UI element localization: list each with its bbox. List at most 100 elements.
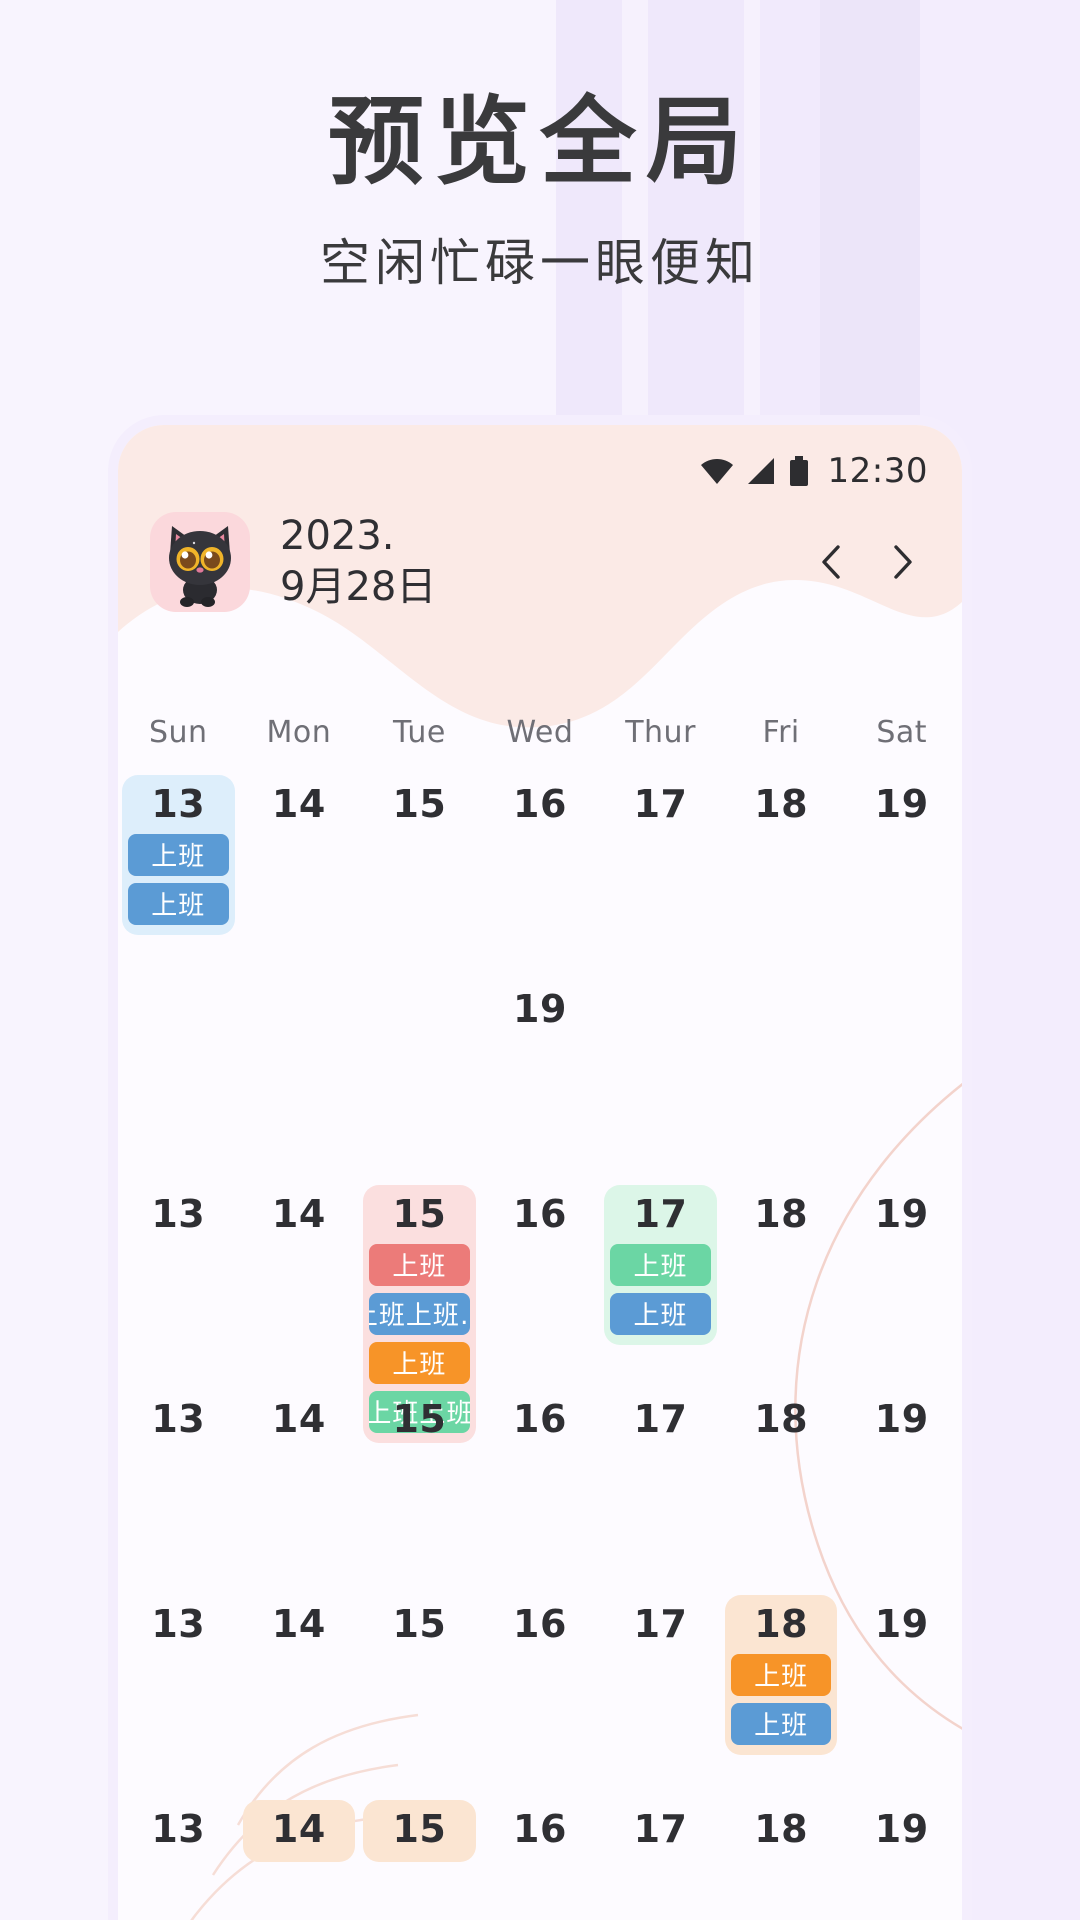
event-chip[interactable]: 上班 xyxy=(730,1653,832,1696)
calendar-cell[interactable]: 13 xyxy=(118,1800,239,1920)
calendar-cell[interactable] xyxy=(721,980,842,1185)
calendar-cell[interactable]: 13 xyxy=(118,1185,239,1390)
calendar-cell[interactable]: 13 xyxy=(118,1595,239,1800)
event-chip[interactable]: 上班上班… xyxy=(369,1292,470,1335)
calendar-cell[interactable]: 17 xyxy=(600,1595,721,1800)
calendar-cell[interactable]: 18 xyxy=(721,775,842,980)
calendar-cell[interactable]: 15 xyxy=(359,1800,480,1920)
calendar-cell[interactable]: 19 xyxy=(480,980,601,1185)
day-number: 15 xyxy=(392,782,447,826)
day-cell: 13 xyxy=(122,1800,235,1862)
calendar-cell[interactable] xyxy=(841,980,962,1185)
calendar-cell[interactable]: 14 xyxy=(239,775,360,980)
event-chip[interactable]: 上班 xyxy=(730,1702,832,1745)
day-number: 19 xyxy=(874,1602,929,1646)
calendar-cell[interactable]: 15上班上班上班…上班上班上班 xyxy=(359,1185,480,1443)
calendar-cell[interactable]: 17 xyxy=(600,1800,721,1920)
calendar-cell[interactable]: 19 xyxy=(841,775,962,980)
calendar-cell[interactable]: 16 xyxy=(480,1595,601,1800)
day-number: 17 xyxy=(633,1192,688,1236)
day-cell-highlighted: 14 xyxy=(242,1800,356,1862)
day-cell: 17 xyxy=(604,1800,717,1862)
calendar-cell[interactable]: 16 xyxy=(480,1800,601,1920)
calendar-cell[interactable] xyxy=(359,980,480,1185)
weekday-label-fri: Fri xyxy=(762,715,800,750)
day-number: 19 xyxy=(874,1397,929,1441)
calendar-cell[interactable]: 16 xyxy=(480,775,601,980)
calendar-cell[interactable]: 19 xyxy=(841,1595,962,1800)
calendar-cell[interactable]: 17 xyxy=(600,775,721,980)
calendar-cell[interactable]: 17 xyxy=(600,1390,721,1595)
day-cell xyxy=(122,980,235,1038)
weekday-label-mon: Mon xyxy=(266,715,332,750)
calendar-cell[interactable]: 18 上班 上班 xyxy=(721,1595,842,1800)
day-number: 18 xyxy=(754,1807,809,1851)
day-cell: 18 xyxy=(725,1390,838,1452)
day-number: 17 xyxy=(633,1602,688,1646)
day-number: 15 xyxy=(392,1602,447,1646)
calendar-cell[interactable]: 18 xyxy=(721,1800,842,1920)
calendar-cell[interactable]: 14 xyxy=(239,1185,360,1390)
event-chip[interactable]: 上班 xyxy=(369,1243,470,1286)
day-cell: 16 xyxy=(484,1185,597,1247)
calendar-cell[interactable]: 17 上班 上班 xyxy=(600,1185,721,1390)
calendar-cell[interactable]: 15 xyxy=(359,1390,480,1595)
calendar-cell[interactable] xyxy=(239,980,360,1185)
battery-icon xyxy=(789,456,808,486)
current-date: 2023. 9月28日 xyxy=(280,511,436,613)
calendar-cell[interactable]: 19 xyxy=(841,1185,962,1390)
date-day: 9月28日 xyxy=(280,564,437,611)
day-number: 13 xyxy=(151,1602,206,1646)
day-cell: 15 xyxy=(363,1390,476,1452)
event-chip[interactable]: 上班 xyxy=(610,1243,711,1286)
next-month-button[interactable] xyxy=(880,539,926,585)
day-number: 13 xyxy=(151,1807,206,1851)
day-cell: 19 xyxy=(845,1390,958,1452)
weekday-header: Sun Mon Tue Wed Thur Fri Sat xyxy=(118,715,962,750)
day-cell: 16 xyxy=(484,1800,597,1862)
calendar-cell[interactable] xyxy=(118,980,239,1185)
calendar-cell[interactable]: 16 xyxy=(480,1390,601,1595)
day-cell: 14 xyxy=(243,1595,356,1657)
avatar[interactable] xyxy=(150,512,250,613)
day-number: 16 xyxy=(513,1192,567,1236)
calendar-cell[interactable]: 13 上班 上班 xyxy=(118,775,239,980)
event-chip[interactable]: 上班 xyxy=(610,1292,711,1335)
day-cell: 14 xyxy=(243,1185,356,1247)
weekday-label-thur: Thur xyxy=(625,715,696,750)
page-subtitle: 空闲忙碌一眼便知 xyxy=(320,233,760,292)
calendar-cell[interactable]: 16 xyxy=(480,1185,601,1390)
day-cell: 16 xyxy=(484,775,597,837)
day-number: 15 xyxy=(392,1192,447,1236)
day-cell: 15 xyxy=(363,1595,476,1657)
day-cell xyxy=(363,980,476,1038)
weekday-label-sat: Sat xyxy=(876,715,928,750)
day-cell-highlighted: 13 上班 上班 xyxy=(122,775,235,935)
calendar-cell[interactable]: 15 xyxy=(359,1595,480,1800)
day-number: 18 xyxy=(754,1397,809,1441)
day-number: 16 xyxy=(513,1397,567,1441)
day-cell: 18 xyxy=(725,1185,838,1247)
hero-section: 预览全局 空闲忙碌一眼便知 xyxy=(0,0,1080,295)
day-cell: 14 xyxy=(243,1390,356,1452)
calendar-cell[interactable]: 18 xyxy=(721,1185,842,1390)
day-cell xyxy=(845,980,958,1038)
calendar-cell[interactable]: 14 xyxy=(239,1595,360,1800)
calendar-cell[interactable]: 18 xyxy=(721,1390,842,1595)
event-chip[interactable]: 上班 xyxy=(369,1341,470,1384)
calendar-cell[interactable]: 15 xyxy=(359,775,480,980)
calendar-cell[interactable]: 19 xyxy=(841,1390,962,1595)
day-number: 14 xyxy=(271,1192,326,1236)
calendar-cell[interactable] xyxy=(600,980,721,1185)
phone-mockup: 12:30 2023. 9月28日 Sun Mon Tue Wed Thur F… xyxy=(118,425,962,1920)
day-cell: 17 xyxy=(604,1390,717,1452)
calendar-cell[interactable]: 13 xyxy=(118,1390,239,1595)
calendar-cell[interactable]: 14 xyxy=(239,1390,360,1595)
event-chip[interactable]: 上班 xyxy=(128,833,229,876)
event-chip[interactable]: 上班 xyxy=(128,882,229,925)
day-number: 17 xyxy=(633,782,688,826)
day-cell: 18 xyxy=(725,1800,838,1862)
prev-month-button[interactable] xyxy=(808,539,854,585)
calendar-cell[interactable]: 19 xyxy=(841,1800,962,1920)
calendar-cell[interactable]: 14 xyxy=(239,1800,360,1920)
